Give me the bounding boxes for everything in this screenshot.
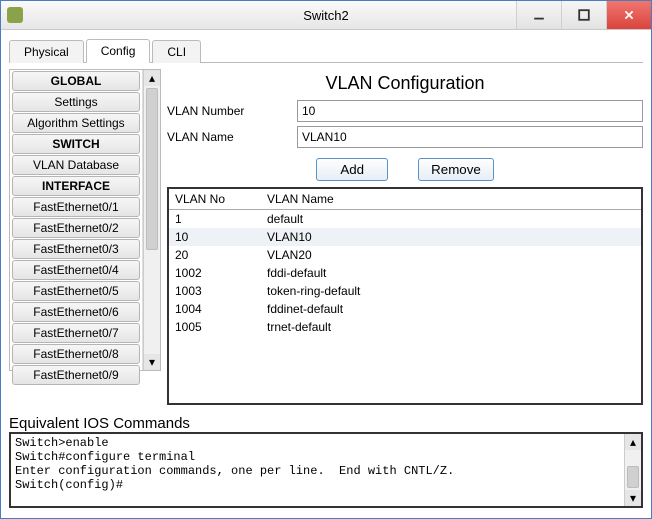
sidebar-item-settings[interactable]: Settings	[12, 92, 140, 112]
sidebar: GLOBALSettingsAlgorithm SettingsSWITCHVL…	[10, 70, 143, 370]
main-row: GLOBALSettingsAlgorithm SettingsSWITCHVL…	[9, 69, 643, 405]
vlan-button-row: Add Remove	[167, 158, 643, 181]
scroll-thumb[interactable]	[627, 466, 639, 488]
tab-config[interactable]: Config	[86, 39, 151, 63]
col-vlan-name[interactable]: VLAN Name	[261, 189, 641, 210]
vlan-number-label: VLAN Number	[167, 104, 297, 118]
table-row[interactable]: 1002fddi-default	[169, 264, 641, 282]
cell-vlan-no: 20	[169, 246, 261, 264]
sidebar-header-switch: SWITCH	[12, 134, 140, 154]
titlebar: Switch2	[1, 1, 651, 30]
sidebar-item-interface[interactable]: FastEthernet0/2	[12, 218, 140, 238]
table-row[interactable]: 1004fddinet-default	[169, 300, 641, 318]
content-area: Physical Config CLI GLOBALSettingsAlgori…	[1, 30, 651, 518]
ios-commands-output[interactable]	[11, 434, 624, 506]
sidebar-item-interface[interactable]: FastEthernet0/1	[12, 197, 140, 217]
app-window: Switch2 Physical Config CLI GLOBALSettin…	[0, 0, 652, 519]
sidebar-scrollbar[interactable]: ▴ ▾	[143, 70, 160, 370]
sidebar-wrap: GLOBALSettingsAlgorithm SettingsSWITCHVL…	[9, 69, 161, 371]
cell-vlan-name: VLAN10	[261, 228, 641, 246]
table-row[interactable]: 1default	[169, 210, 641, 229]
cell-vlan-no: 1	[169, 210, 261, 229]
vlan-table: VLAN No VLAN Name 1default10VLAN1020VLAN…	[169, 189, 641, 336]
tab-bar: Physical Config CLI	[9, 36, 643, 63]
vlan-number-row: VLAN Number	[167, 100, 643, 122]
cell-vlan-no: 1004	[169, 300, 261, 318]
cell-vlan-name: trnet-default	[261, 318, 641, 336]
sidebar-header-interface: INTERFACE	[12, 176, 140, 196]
tab-physical[interactable]: Physical	[9, 40, 84, 63]
sidebar-item-interface[interactable]: FastEthernet0/9	[12, 365, 140, 385]
scroll-down-icon[interactable]: ▾	[144, 354, 160, 370]
scroll-up-icon[interactable]: ▴	[625, 434, 641, 450]
sidebar-item-interface[interactable]: FastEthernet0/4	[12, 260, 140, 280]
table-row[interactable]: 10VLAN10	[169, 228, 641, 246]
remove-button[interactable]: Remove	[418, 158, 494, 181]
cell-vlan-no: 1003	[169, 282, 261, 300]
cell-vlan-name: default	[261, 210, 641, 229]
add-button[interactable]: Add	[316, 158, 388, 181]
cell-vlan-no: 1005	[169, 318, 261, 336]
sidebar-header-global: GLOBAL	[12, 71, 140, 91]
cell-vlan-name: fddi-default	[261, 264, 641, 282]
cell-vlan-no: 1002	[169, 264, 261, 282]
vlan-number-input[interactable]	[297, 100, 643, 122]
sidebar-item-interface[interactable]: FastEthernet0/5	[12, 281, 140, 301]
sidebar-item-interface[interactable]: FastEthernet0/6	[12, 302, 140, 322]
cell-vlan-name: token-ring-default	[261, 282, 641, 300]
sidebar-item-vlan-database[interactable]: VLAN Database	[12, 155, 140, 175]
table-row[interactable]: 20VLAN20	[169, 246, 641, 264]
vlan-config-pane: VLAN Configuration VLAN Number VLAN Name…	[167, 69, 643, 405]
table-row[interactable]: 1003token-ring-default	[169, 282, 641, 300]
sidebar-item-interface[interactable]: FastEthernet0/3	[12, 239, 140, 259]
vlan-name-row: VLAN Name	[167, 126, 643, 148]
sidebar-item-algorithm-settings[interactable]: Algorithm Settings	[12, 113, 140, 133]
scroll-thumb[interactable]	[146, 88, 158, 250]
sidebar-item-interface[interactable]: FastEthernet0/7	[12, 323, 140, 343]
tab-cli[interactable]: CLI	[152, 40, 201, 63]
ios-commands-wrap: ▴ ▾	[9, 432, 643, 508]
ios-scrollbar[interactable]: ▴ ▾	[624, 434, 641, 506]
cell-vlan-name: VLAN20	[261, 246, 641, 264]
window-title: Switch2	[1, 8, 651, 23]
page-title: VLAN Configuration	[167, 73, 643, 94]
col-vlan-no[interactable]: VLAN No	[169, 189, 261, 210]
sidebar-item-interface[interactable]: FastEthernet0/8	[12, 344, 140, 364]
cell-vlan-name: fddinet-default	[261, 300, 641, 318]
vlan-table-box: VLAN No VLAN Name 1default10VLAN1020VLAN…	[167, 187, 643, 405]
table-row[interactable]: 1005trnet-default	[169, 318, 641, 336]
scroll-up-icon[interactable]: ▴	[144, 70, 160, 86]
cell-vlan-no: 10	[169, 228, 261, 246]
vlan-name-label: VLAN Name	[167, 130, 297, 144]
scroll-down-icon[interactable]: ▾	[625, 490, 641, 506]
ios-commands-label: Equivalent IOS Commands	[9, 415, 643, 432]
vlan-name-input[interactable]	[297, 126, 643, 148]
